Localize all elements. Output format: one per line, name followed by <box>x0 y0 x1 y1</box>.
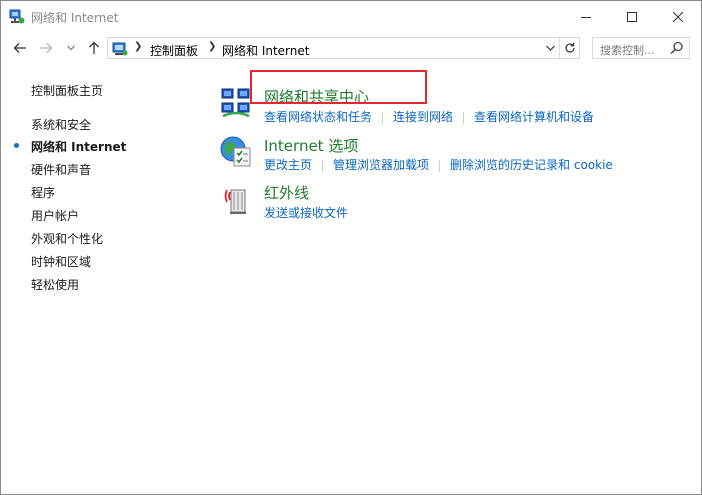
sidebar-item-control-panel-home[interactable]: 控制面板主页 <box>31 82 103 99</box>
breadcrumb-control-panel[interactable]: 控制面板 <box>150 42 198 59</box>
breadcrumb-network-internet[interactable]: 网络和 Internet <box>222 42 309 59</box>
arrow-left-icon <box>13 43 26 53</box>
sidebar-item-hardware-sound[interactable]: 硬件和声音 <box>31 161 91 178</box>
sidebar-item-user-accounts[interactable]: 用户帐户 <box>31 207 79 224</box>
sidebar-item-clock-region[interactable]: 时钟和区域 <box>31 253 91 270</box>
minimize-button[interactable] <box>563 1 609 32</box>
arrow-up-icon <box>89 41 99 54</box>
infrared-link[interactable]: 红外线 <box>264 182 309 203</box>
link-separator <box>322 159 324 172</box>
link-separator <box>382 111 384 124</box>
highlight-box <box>250 70 427 104</box>
search-box[interactable]: 搜索控制... <box>592 37 690 59</box>
current-item-marker <box>14 143 19 148</box>
network-sharing-task-links: 查看网络状态和任务 连接到网络 查看网络计算机和设备 <box>264 108 594 125</box>
view-network-computers-link[interactable]: 查看网络计算机和设备 <box>474 110 594 124</box>
sidebar-item-appearance[interactable]: 外观和个性化 <box>31 230 103 247</box>
maximize-icon <box>627 11 637 22</box>
change-homepage-link[interactable]: 更改主页 <box>264 158 312 172</box>
forward-button[interactable] <box>36 38 56 58</box>
close-icon <box>673 11 683 22</box>
back-button[interactable] <box>10 38 30 58</box>
breadcrumb-separator-icon: ❯ <box>208 41 217 52</box>
manage-addons-link[interactable]: 管理浏览器加载项 <box>333 158 429 172</box>
network-sharing-icon[interactable] <box>219 85 253 119</box>
control-panel-icon <box>112 41 128 57</box>
chevron-down-icon <box>67 45 75 51</box>
arrow-right-icon <box>40 43 53 53</box>
refresh-button[interactable] <box>559 38 579 58</box>
title-bar[interactable]: 网络和 Internet <box>1 1 701 32</box>
navigation-bar: ❯ 控制面板 ❯ 网络和 Internet 搜索控制... <box>1 32 701 64</box>
address-bar[interactable]: ❯ 控制面板 ❯ 网络和 Internet <box>107 37 580 59</box>
infrared-task-links: 发送或接收文件 <box>264 204 348 221</box>
recent-locations-button[interactable] <box>63 38 79 58</box>
sidebar-item-network-internet[interactable]: 网络和 Internet <box>31 138 126 155</box>
link-separator <box>463 111 465 124</box>
maximize-button[interactable] <box>609 1 655 32</box>
send-receive-files-link[interactable]: 发送或接收文件 <box>264 206 348 220</box>
delete-browsing-history-link[interactable]: 删除浏览的历史记录和 cookie <box>450 158 613 172</box>
connect-to-network-link[interactable]: 连接到网络 <box>393 110 453 124</box>
window-title: 网络和 Internet <box>31 11 119 25</box>
view-network-status-link[interactable]: 查看网络状态和任务 <box>264 110 372 124</box>
close-button[interactable] <box>655 1 701 32</box>
sidebar-item-system-security[interactable]: 系统和安全 <box>31 116 91 133</box>
breadcrumb-separator-icon: ❯ <box>134 41 143 52</box>
up-button[interactable] <box>84 38 104 58</box>
search-icon <box>670 41 684 55</box>
sidebar-item-programs[interactable]: 程序 <box>31 184 55 201</box>
internet-options-task-links: 更改主页 管理浏览器加载项 删除浏览的历史记录和 cookie <box>264 156 613 173</box>
internet-options-link[interactable]: Internet 选项 <box>264 135 358 156</box>
sidebar-item-ease-of-access[interactable]: 轻松使用 <box>31 276 79 293</box>
minimize-icon <box>581 16 591 18</box>
internet-options-icon[interactable] <box>219 134 253 168</box>
control-panel-window: 网络和 Internet ❯ 控制面板 ❯ 网络和 Internet 搜索控制.… <box>0 0 702 495</box>
refresh-icon <box>564 42 575 53</box>
link-separator <box>439 159 441 172</box>
address-dropdown-button[interactable] <box>541 38 559 58</box>
search-placeholder: 搜索控制... <box>600 44 655 57</box>
infrared-icon[interactable] <box>219 182 253 216</box>
network-app-icon <box>9 9 25 25</box>
chevron-down-icon <box>545 45 555 51</box>
